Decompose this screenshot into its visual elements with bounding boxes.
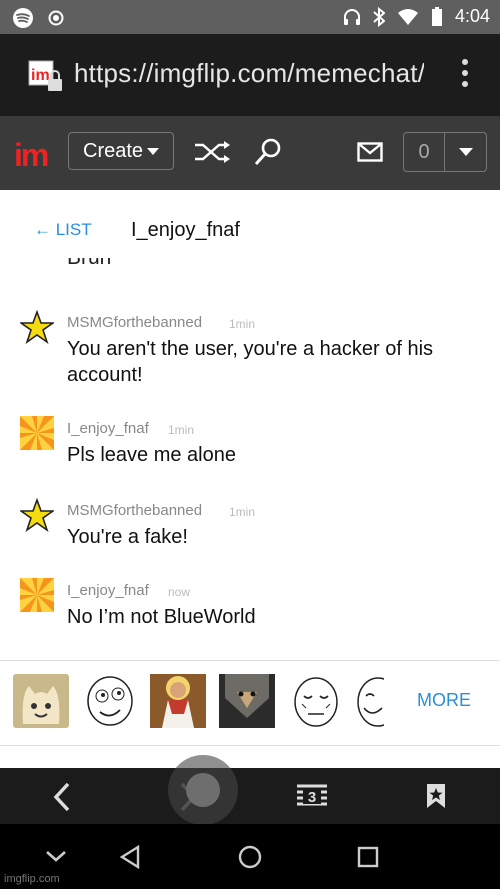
browser-toolbar: im https://imgflip.com/memechat/ [0,34,500,116]
site-lock-icon: im [28,60,62,91]
message-time: now [168,585,191,599]
watermark: imgflip.com [4,873,60,885]
chevron-down-icon[interactable] [45,848,67,864]
message-time: 1min [229,317,256,331]
scroll-handle[interactable] [168,755,238,825]
overflow-menu-icon[interactable] [458,56,472,92]
battery-icon [431,6,442,26]
ceiling-cat-meme-thumb[interactable] [219,674,275,728]
clipped-message: Bruh [67,258,111,270]
bookmark-icon[interactable] [425,782,447,810]
laughing-face-meme-thumb[interactable] [356,674,384,728]
recent-apps-icon[interactable] [357,846,379,868]
message-text: You're a fake! [67,526,188,548]
home-icon[interactable] [237,844,263,870]
message-text: Pls leave me alone [67,444,236,466]
headphones-icon [343,8,360,25]
create-button[interactable]: Create [68,132,174,170]
message-username[interactable]: I_enjoy_fnaf [67,420,149,437]
message-time: 1min [168,423,195,437]
star-avatar-icon[interactable] [20,498,54,532]
record-icon [48,10,64,26]
message-text: No I’m not BlueWorld [67,606,256,628]
derp-face-meme-thumb[interactable] [82,674,138,728]
url-bar[interactable]: https://imgflip.com/memechat/ [74,58,424,89]
system-back-icon[interactable] [118,845,142,869]
pinwheel-avatar-icon[interactable] [20,578,54,612]
star-avatar-icon[interactable] [20,310,54,344]
more-memes-button[interactable]: MORE [417,690,471,711]
system-navigation-bar [0,824,500,889]
notification-count: 0 [404,133,445,171]
tab-count: 3 [308,789,316,806]
chevron-down-icon [147,148,160,156]
chat-partner-name: I_enjoy_fnaf [131,219,240,241]
cat-meme-thumb[interactable] [13,674,69,728]
message-list[interactable]: Bruh MSMGforthebanned 1min You aren't th… [0,258,500,660]
imgflip-logo[interactable]: im [14,137,49,174]
create-label: Create [83,140,144,162]
chevron-down-icon [459,148,473,156]
svg-text:im: im [31,67,50,84]
message-username[interactable]: I_enjoy_fnaf [67,582,149,599]
pinwheel-avatar-icon[interactable] [20,416,54,450]
message-time: 1min [229,505,256,519]
search-icon[interactable] [254,138,282,166]
status-bar: 4:04 [0,0,500,34]
wifi-icon [397,8,418,25]
back-to-list-link[interactable]: ← LIST [34,220,92,240]
browser-bottom-nav: 3 [0,768,500,824]
message-username[interactable]: MSMGforthebanned [67,314,202,331]
back-arrow-icon[interactable] [52,782,72,812]
mail-icon[interactable] [357,142,383,162]
message-text: You aren't the user, you're a hacker of … [67,338,434,386]
spotify-icon [13,8,33,28]
message-username[interactable]: MSMGforthebanned [67,502,202,519]
logo-text: im [14,137,49,173]
buddy-christ-meme-thumb[interactable] [150,674,206,728]
clock: 4:04 [454,6,490,26]
bluetooth-icon [373,6,385,27]
okay-face-meme-thumb[interactable] [288,674,344,728]
notifications-button[interactable]: 0 [403,132,487,172]
tabs-icon[interactable]: 3 [295,782,329,810]
circle-handle-icon [186,773,220,807]
shuffle-icon[interactable] [194,140,232,164]
